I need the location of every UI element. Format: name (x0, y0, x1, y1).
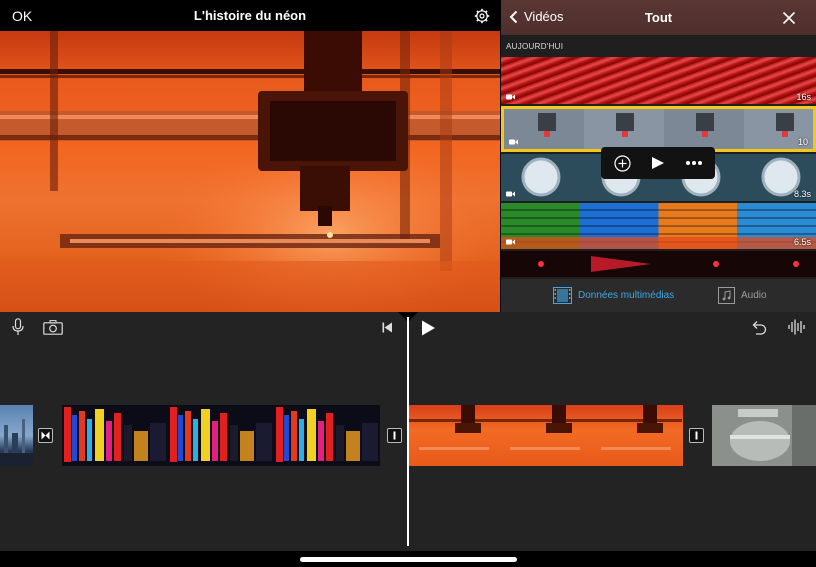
music-note-icon (718, 287, 735, 304)
transition-button[interactable] (689, 428, 704, 443)
home-indicator[interactable] (300, 557, 517, 562)
add-clip-button[interactable] (611, 153, 633, 173)
film-strip-icon (553, 287, 572, 304)
close-icon[interactable] (782, 11, 796, 25)
laser-cutter-frame (0, 31, 500, 312)
tab-audio[interactable]: Audio (718, 287, 767, 304)
video-viewer[interactable] (0, 31, 500, 312)
laser-cutter-thumbnails (504, 109, 813, 149)
plus-circle-icon (613, 154, 631, 172)
tab-media-label: Données multimédias (578, 290, 675, 301)
camera-icon[interactable] (43, 320, 63, 335)
timeline-clip-city-skyline[interactable] (0, 405, 33, 466)
tab-media[interactable]: Données multimédias (553, 287, 674, 304)
cross-dissolve-icon (41, 431, 50, 440)
gear-icon[interactable] (474, 8, 490, 24)
video-camera-icon (506, 239, 515, 245)
clip-row[interactable]: 16s (501, 57, 816, 104)
clip-duration: 8.3s (793, 189, 811, 199)
neon-stripes-thumbnails (501, 209, 816, 249)
video-camera-icon (506, 191, 515, 197)
undo-icon[interactable] (751, 319, 767, 335)
no-transition-icon (695, 431, 698, 440)
clip-row[interactable] (501, 251, 816, 277)
clip-duration: 6.5s (793, 237, 811, 247)
timeline-clip-laser-cutter[interactable] (409, 405, 683, 466)
red-lights-thumbnails (538, 256, 799, 272)
city-skyline-thumbnail (0, 419, 33, 466)
project-title: L'histoire du néon (193, 8, 307, 23)
video-camera-icon (506, 94, 515, 100)
browser-title: Tout (644, 10, 673, 25)
transition-button[interactable] (387, 428, 402, 443)
playhead-line[interactable] (407, 317, 409, 546)
more-options-button[interactable] (683, 153, 705, 173)
laser-cutter-thumbnails (409, 405, 682, 450)
play-icon (652, 157, 664, 169)
preview-play-button[interactable] (647, 153, 669, 173)
play-icon[interactable] (421, 320, 436, 336)
clip-duration: 16s (796, 92, 811, 102)
skip-to-start-icon[interactable] (382, 322, 393, 333)
clip-row-selected[interactable]: 10 (501, 106, 816, 152)
browser-header: Vidéos Tout (501, 0, 816, 35)
clip-row[interactable]: 6.5s (501, 203, 816, 249)
section-header: AUJOURD'HUI (506, 42, 564, 51)
microphone-icon[interactable] (12, 318, 24, 336)
neon-signs-thumbnails (62, 405, 380, 466)
timeline-clip-neon-signs[interactable] (62, 405, 380, 466)
audio-waveform-icon[interactable] (788, 319, 806, 335)
transition-button[interactable] (38, 428, 53, 443)
industrial-machine-thumbnail (712, 405, 816, 466)
no-transition-icon (393, 431, 396, 440)
clip-action-popover (601, 147, 715, 179)
clip-duration: 10 (797, 137, 808, 147)
browser-tabs: Données multimédias Audio (501, 279, 816, 312)
video-camera-icon (509, 139, 518, 145)
project-title-bar: OK L'histoire du néon (0, 0, 500, 31)
tab-audio-label: Audio (741, 290, 767, 301)
ellipsis-icon (686, 161, 702, 165)
timeline-clip-industrial-machine[interactable] (712, 405, 816, 466)
